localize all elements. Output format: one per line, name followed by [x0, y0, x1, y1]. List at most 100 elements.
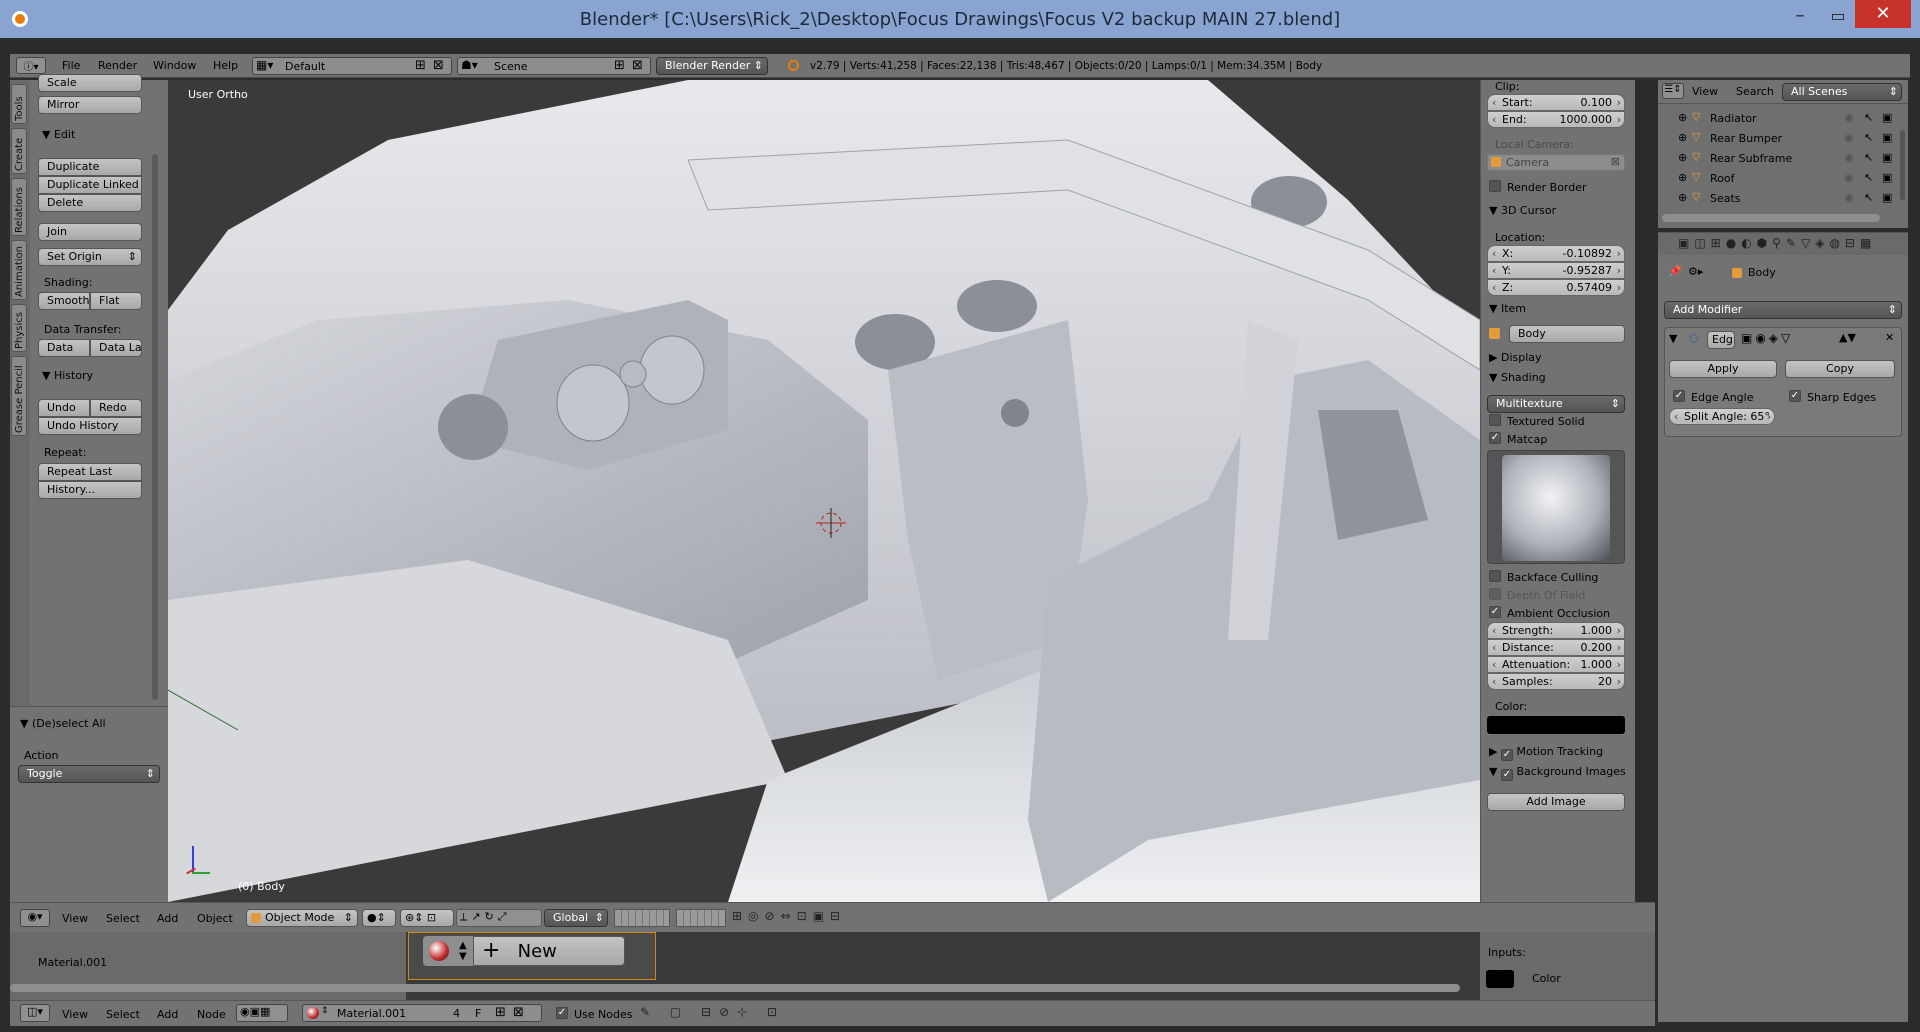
select-arrow-icon[interactable]: ↖: [1864, 111, 1873, 124]
properties-context-tabs[interactable]: ▣◫⊞●◐⬢⚲✎▽◈◍⊟▦: [1658, 233, 1908, 255]
clip-start-field[interactable]: Start:0.100: [1487, 94, 1625, 111]
remove-layout-icon[interactable]: ⊠: [433, 58, 444, 73]
modifier-visibility-icons[interactable]: ▣◉◈▽: [1741, 331, 1793, 345]
material-node[interactable]: ▲ ▼ + New: [408, 932, 656, 980]
cursor-y-field[interactable]: Y:-0.95287: [1487, 262, 1625, 279]
tab-tools[interactable]: Tools: [11, 84, 27, 124]
ao-strength-field[interactable]: Strength:1.000: [1487, 622, 1625, 639]
3d-viewport[interactable]: User Ortho (0) Body: [168, 80, 1480, 902]
flat-button[interactable]: Flat: [90, 292, 142, 310]
node-menu-add[interactable]: Add: [157, 1008, 178, 1021]
repeat-last-button[interactable]: Repeat Last: [38, 463, 142, 481]
remove-scene-icon[interactable]: ⊠: [632, 58, 643, 73]
outliner-row[interactable]: ⊕ ▽ Rear Bumper ◉ ↖ ▣: [1658, 130, 1902, 148]
background-images-checkbox[interactable]: ✓: [1500, 769, 1513, 781]
outliner-row[interactable]: ⊕ ▽ Rear Subframe ◉ ↖ ▣: [1658, 150, 1902, 168]
ao-samples-field[interactable]: Samples:20: [1487, 673, 1625, 690]
add-material-icon[interactable]: ⊞: [495, 1005, 506, 1020]
toolshelf-scrollbar[interactable]: [152, 154, 158, 700]
outliner-row[interactable]: ⊕ ▽ Seats ◉ ↖ ▣: [1658, 190, 1902, 208]
node-menu-view[interactable]: View: [62, 1008, 88, 1021]
ambient-occlusion-checkbox[interactable]: ✓: [1489, 606, 1501, 618]
ao-color-swatch[interactable]: [1487, 716, 1625, 734]
menu-render[interactable]: Render: [98, 59, 137, 72]
clear-camera-icon[interactable]: ⊠: [1611, 155, 1620, 168]
ao-distance-field[interactable]: Distance:0.200: [1487, 639, 1625, 656]
collapse-arrow-icon[interactable]: ▼: [1669, 332, 1677, 345]
select-arrow-icon[interactable]: ↖: [1864, 191, 1873, 204]
select-arrow-icon[interactable]: ↖: [1864, 171, 1873, 184]
depth-of-field-checkbox[interactable]: [1489, 588, 1501, 600]
backface-culling-checkbox[interactable]: [1489, 570, 1501, 582]
menu-view[interactable]: View: [62, 912, 88, 925]
node-editor-type-icon[interactable]: ◫▾: [20, 1004, 50, 1022]
edit-panel-header[interactable]: ▼ Edit: [42, 128, 75, 141]
shading-mode-dropdown[interactable]: Multitexture ⇕: [1487, 395, 1625, 413]
remove-material-icon[interactable]: ⊠: [513, 1005, 524, 1020]
expand-icon[interactable]: ⊕: [1678, 111, 1687, 124]
item-header[interactable]: ▼ Item: [1489, 302, 1526, 315]
outliner-menu-search[interactable]: Search: [1736, 85, 1774, 98]
modifier-name-field[interactable]: Edg: [1707, 331, 1735, 349]
tab-physics[interactable]: Physics: [11, 304, 27, 352]
cursor-z-field[interactable]: Z:0.57409: [1487, 279, 1625, 296]
sharp-edges-checkbox[interactable]: ✓: [1789, 390, 1801, 402]
3d-cursor-header[interactable]: ▼ 3D Cursor: [1489, 204, 1556, 217]
data-button[interactable]: Data: [38, 339, 90, 357]
node-editor[interactable]: Material.001 ▲ ▼ + New Inputs: Color: [10, 932, 1655, 1000]
node-menu-node[interactable]: Node: [197, 1008, 226, 1021]
add-modifier-dropdown[interactable]: Add Modifier ⇕: [1664, 301, 1902, 319]
add-layout-icon[interactable]: ⊞: [415, 58, 426, 73]
render-icon[interactable]: ▣: [1882, 191, 1892, 204]
tab-animation[interactable]: Animation: [11, 240, 27, 300]
display-header[interactable]: ▶ Display: [1489, 351, 1542, 364]
info-editor-type-icon[interactable]: ⓘ▾: [16, 57, 46, 74]
shading-header[interactable]: ▼ Shading: [1489, 371, 1546, 384]
close-button[interactable]: ✕: [1855, 0, 1911, 28]
clip-end-field[interactable]: End:1000.000: [1487, 111, 1625, 128]
maximize-button[interactable]: ▭: [1826, 6, 1850, 26]
render-icon[interactable]: ▣: [1882, 131, 1892, 144]
expand-icon[interactable]: ⊕: [1678, 131, 1687, 144]
mode-dropdown[interactable]: Object Mode ⇕: [246, 909, 358, 927]
render-border-checkbox[interactable]: [1489, 180, 1501, 192]
data-la-button[interactable]: Data La: [90, 339, 142, 357]
eye-icon[interactable]: ◉: [1844, 151, 1854, 164]
menu-file[interactable]: File: [62, 59, 80, 72]
select-arrow-icon[interactable]: ↖: [1864, 131, 1873, 144]
menu-window[interactable]: Window: [153, 59, 196, 72]
eye-icon[interactable]: ◉: [1844, 131, 1854, 144]
motion-tracking-header[interactable]: ▶ ✓ Motion Tracking: [1489, 745, 1603, 761]
pin-icon[interactable]: 📌: [1668, 265, 1682, 278]
undo-history-button[interactable]: Undo History: [38, 417, 142, 435]
outliner-display-dropdown[interactable]: All Scenes ⇕: [1782, 83, 1902, 101]
smooth-button[interactable]: Smooth: [38, 292, 90, 310]
node-tool-icons[interactable]: ✎ ▢ ⊟⊘⊹ ⊡: [640, 1005, 820, 1023]
deselect-all-header[interactable]: ▼ (De)select All: [20, 717, 106, 730]
material-slot-selector[interactable]: ⇕ Material.001 4 F ⊞ ⊠: [302, 1004, 542, 1022]
action-dropdown[interactable]: Toggle ⇕: [18, 765, 160, 783]
layout-selector[interactable]: ▦▾ Default ⊞ ⊠: [252, 57, 452, 75]
menu-add[interactable]: Add: [157, 912, 178, 925]
outliner-hscroll[interactable]: [1662, 214, 1880, 222]
outliner-menu-view[interactable]: View: [1692, 85, 1718, 98]
add-image-button[interactable]: Add Image: [1487, 793, 1625, 811]
tab-grease-pencil[interactable]: Grease Pencil: [11, 356, 27, 436]
layer-buttons[interactable]: [614, 909, 670, 927]
move-up-down-icons[interactable]: ▲▼: [1839, 331, 1856, 344]
outliner-vscroll[interactable]: [1900, 130, 1905, 200]
transform-orientation-dropdown[interactable]: Global ⇕: [544, 909, 608, 927]
join-button[interactable]: Join: [38, 223, 142, 241]
editor-type-icon[interactable]: ◉▾: [20, 909, 50, 927]
render-icon[interactable]: ▣: [1882, 171, 1892, 184]
render-icon[interactable]: ▣: [1882, 151, 1892, 164]
outliner-type-icon[interactable]: ☰⇕: [1662, 83, 1684, 99]
node-scrollbar[interactable]: [10, 984, 1460, 992]
menu-object[interactable]: Object: [197, 912, 233, 925]
render-icon[interactable]: ▣: [1882, 111, 1892, 124]
menu-select[interactable]: Select: [106, 912, 140, 925]
remove-modifier-icon[interactable]: ✕: [1885, 331, 1894, 344]
split-angle-field[interactable]: Split Angle: 65°: [1669, 408, 1775, 425]
local-camera-field[interactable]: Camera ⊠: [1487, 154, 1625, 171]
new-material-button[interactable]: + New: [473, 936, 625, 966]
